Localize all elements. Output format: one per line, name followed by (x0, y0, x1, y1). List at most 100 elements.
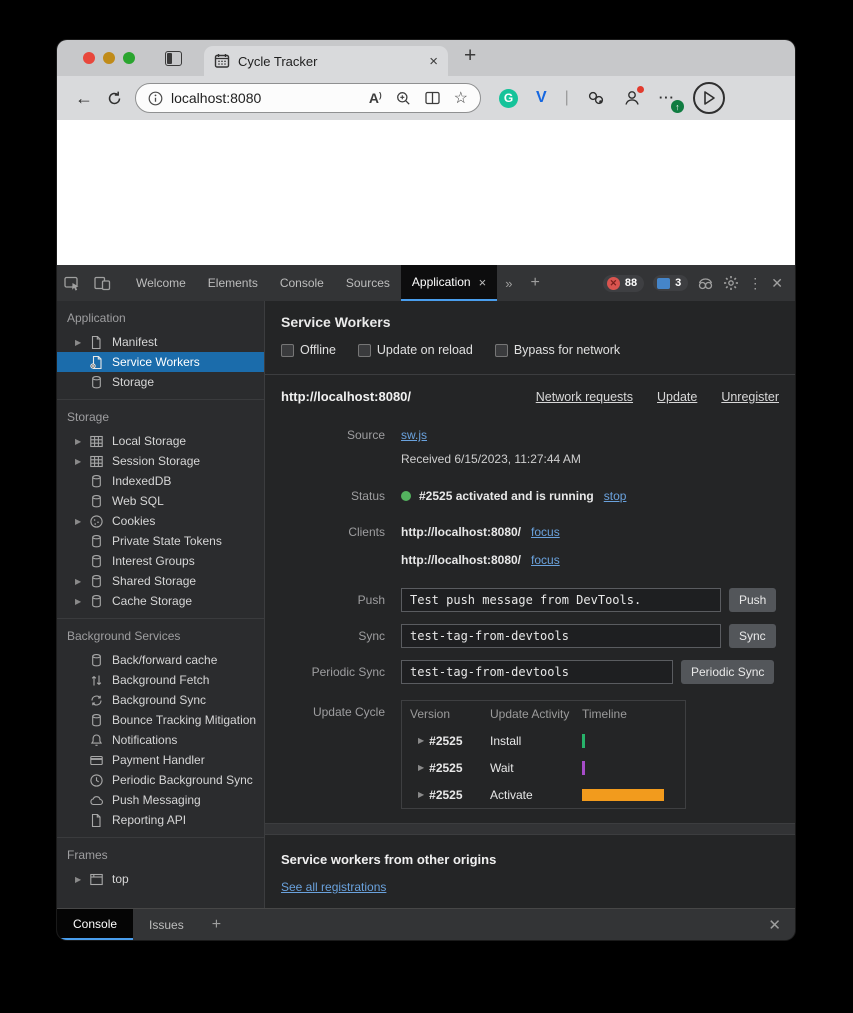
more-menu-icon[interactable]: ··· ↑ (659, 89, 675, 107)
collections-icon[interactable] (587, 90, 605, 106)
devtools-tab-application[interactable]: Application× (401, 265, 497, 301)
close-panel-tab-icon[interactable]: × (479, 275, 487, 290)
close-drawer-icon[interactable]: ✕ (768, 909, 795, 940)
push-input[interactable] (401, 588, 721, 612)
site-info-icon[interactable] (148, 91, 163, 106)
sidebar-item-background-sync[interactable]: Background Sync (57, 690, 264, 710)
add-panel-icon[interactable]: + (522, 274, 547, 292)
minimize-window-button[interactable] (103, 52, 115, 64)
zoom-window-button[interactable] (123, 52, 135, 64)
sidebar-item-storage[interactable]: Storage (57, 372, 264, 392)
expand-arrow-icon[interactable]: ▶ (75, 577, 89, 586)
issue-count-badge[interactable]: 3 (653, 275, 688, 291)
focus-link[interactable]: focus (531, 553, 560, 567)
address-text[interactable]: localhost:8080 (171, 90, 355, 106)
settings-gear-icon[interactable] (723, 275, 739, 291)
checkbox-offline[interactable]: Offline (281, 343, 336, 357)
copilot-icon[interactable] (693, 82, 725, 114)
periodic-sync-button[interactable]: Periodic Sync (681, 660, 774, 684)
checkbox-box[interactable] (358, 344, 371, 357)
sidebar-item-private-state-tokens[interactable]: Private State Tokens (57, 531, 264, 551)
sidebar-item-periodic-background-sync[interactable]: Periodic Background Sync (57, 770, 264, 790)
cycle-row-install[interactable]: ▶#2525Install (402, 727, 685, 754)
sidebar-item-local-storage[interactable]: ▶Local Storage (57, 431, 264, 451)
checkbox-update-on-reload[interactable]: Update on reload (358, 343, 473, 357)
sidebar-item-session-storage[interactable]: ▶Session Storage (57, 451, 264, 471)
more-tabs-icon[interactable]: » (497, 276, 520, 291)
network-requests-link[interactable]: Network requests (536, 390, 633, 404)
devtools-tab-welcome[interactable]: Welcome (125, 265, 197, 301)
sidebar-item-top[interactable]: ▶top (57, 869, 264, 889)
sidebar-item-manifest[interactable]: ▶Manifest (57, 332, 264, 352)
sidebar-item-payment-handler[interactable]: Payment Handler (57, 750, 264, 770)
refresh-icon[interactable] (99, 90, 129, 107)
sidebar-item-shared-storage[interactable]: ▶Shared Storage (57, 571, 264, 591)
expand-arrow-icon[interactable]: ▶ (75, 457, 89, 466)
sidebar-item-cache-storage[interactable]: ▶Cache Storage (57, 591, 264, 611)
sidebar-item-interest-groups[interactable]: Interest Groups (57, 551, 264, 571)
tab-actions-icon[interactable] (165, 51, 182, 66)
sync-button[interactable]: Sync (729, 624, 776, 648)
cycle-row-activate[interactable]: ▶#2525Activate (402, 781, 685, 808)
drawer-tab-issues[interactable]: Issues (133, 909, 200, 940)
new-tab-button[interactable]: + (464, 44, 476, 68)
sync-input[interactable] (401, 624, 721, 648)
kebab-menu-icon[interactable]: ⋮ (748, 275, 762, 292)
checkbox-box[interactable] (281, 344, 294, 357)
extension-icon[interactable]: V (536, 89, 547, 107)
unregister-link[interactable]: Unregister (721, 390, 779, 404)
checkbox-box[interactable] (495, 344, 508, 357)
sidebar-item-service-workers[interactable]: Service Workers (57, 352, 264, 372)
checkbox-bypass-for-network[interactable]: Bypass for network (495, 343, 620, 357)
focus-mode-icon[interactable] (697, 276, 714, 291)
sidebar-item-notifications[interactable]: Notifications (57, 730, 264, 750)
devtools-tab-console[interactable]: Console (269, 265, 335, 301)
source-link[interactable]: sw.js (401, 428, 427, 442)
read-aloud-icon[interactable]: A) (369, 90, 382, 106)
expand-arrow-icon[interactable]: ▶ (75, 597, 89, 606)
sidebar-item-cookies[interactable]: ▶Cookies (57, 511, 264, 531)
push-button[interactable]: Push (729, 588, 776, 612)
zoom-icon[interactable] (396, 91, 411, 106)
other-origins-title: Service workers from other origins (281, 852, 779, 867)
drawer-tab-console[interactable]: Console (57, 909, 133, 940)
sidebar-item-reporting-api[interactable]: Reporting API (57, 810, 264, 830)
devtools-tab-sources[interactable]: Sources (335, 265, 401, 301)
update-link[interactable]: Update (657, 390, 697, 404)
devtools-tab-label: Welcome (136, 276, 186, 290)
favorites-star-icon[interactable]: ☆ (454, 88, 468, 108)
expand-arrow-icon[interactable]: ▶ (418, 790, 424, 799)
inspect-element-icon[interactable] (57, 265, 87, 301)
close-window-button[interactable] (83, 52, 95, 64)
sidebar-item-indexeddb[interactable]: IndexedDB (57, 471, 264, 491)
stop-link[interactable]: stop (604, 489, 627, 503)
profile-icon[interactable] (623, 89, 641, 107)
periodic-sync-input[interactable] (401, 660, 673, 684)
browser-tab[interactable]: Cycle Tracker × (204, 46, 448, 76)
error-count-badge[interactable]: ✕ 88 (603, 275, 644, 292)
address-bar[interactable]: localhost:8080 A) ☆ (135, 83, 481, 113)
webpage-viewport[interactable] (57, 120, 795, 265)
expand-arrow-icon[interactable]: ▶ (75, 437, 89, 446)
sidebar-item-push-messaging[interactable]: Push Messaging (57, 790, 264, 810)
see-all-registrations-link[interactable]: See all registrations (281, 880, 386, 894)
expand-arrow-icon[interactable]: ▶ (75, 338, 89, 347)
add-drawer-tab-icon[interactable]: + (200, 909, 233, 940)
expand-arrow-icon[interactable]: ▶ (75, 517, 89, 526)
expand-arrow-icon[interactable]: ▶ (418, 763, 424, 772)
focus-link[interactable]: focus (531, 525, 560, 539)
sidebar-item-web-sql[interactable]: Web SQL (57, 491, 264, 511)
device-toolbar-icon[interactable] (87, 265, 117, 301)
split-screen-icon[interactable] (425, 91, 440, 105)
sidebar-item-background-fetch[interactable]: Background Fetch (57, 670, 264, 690)
devtools-tab-elements[interactable]: Elements (197, 265, 269, 301)
expand-arrow-icon[interactable]: ▶ (75, 875, 89, 884)
cycle-row-wait[interactable]: ▶#2525Wait (402, 754, 685, 781)
grammarly-extension-icon[interactable]: G (499, 89, 518, 108)
sidebar-item-bounce-tracking-mitigation[interactable]: Bounce Tracking Mitigation (57, 710, 264, 730)
sidebar-item-back-forward-cache[interactable]: Back/forward cache (57, 650, 264, 670)
close-tab-icon[interactable]: × (429, 53, 438, 70)
close-devtools-icon[interactable]: ✕ (771, 275, 783, 292)
expand-arrow-icon[interactable]: ▶ (418, 736, 424, 745)
back-icon[interactable]: ← (69, 88, 99, 109)
